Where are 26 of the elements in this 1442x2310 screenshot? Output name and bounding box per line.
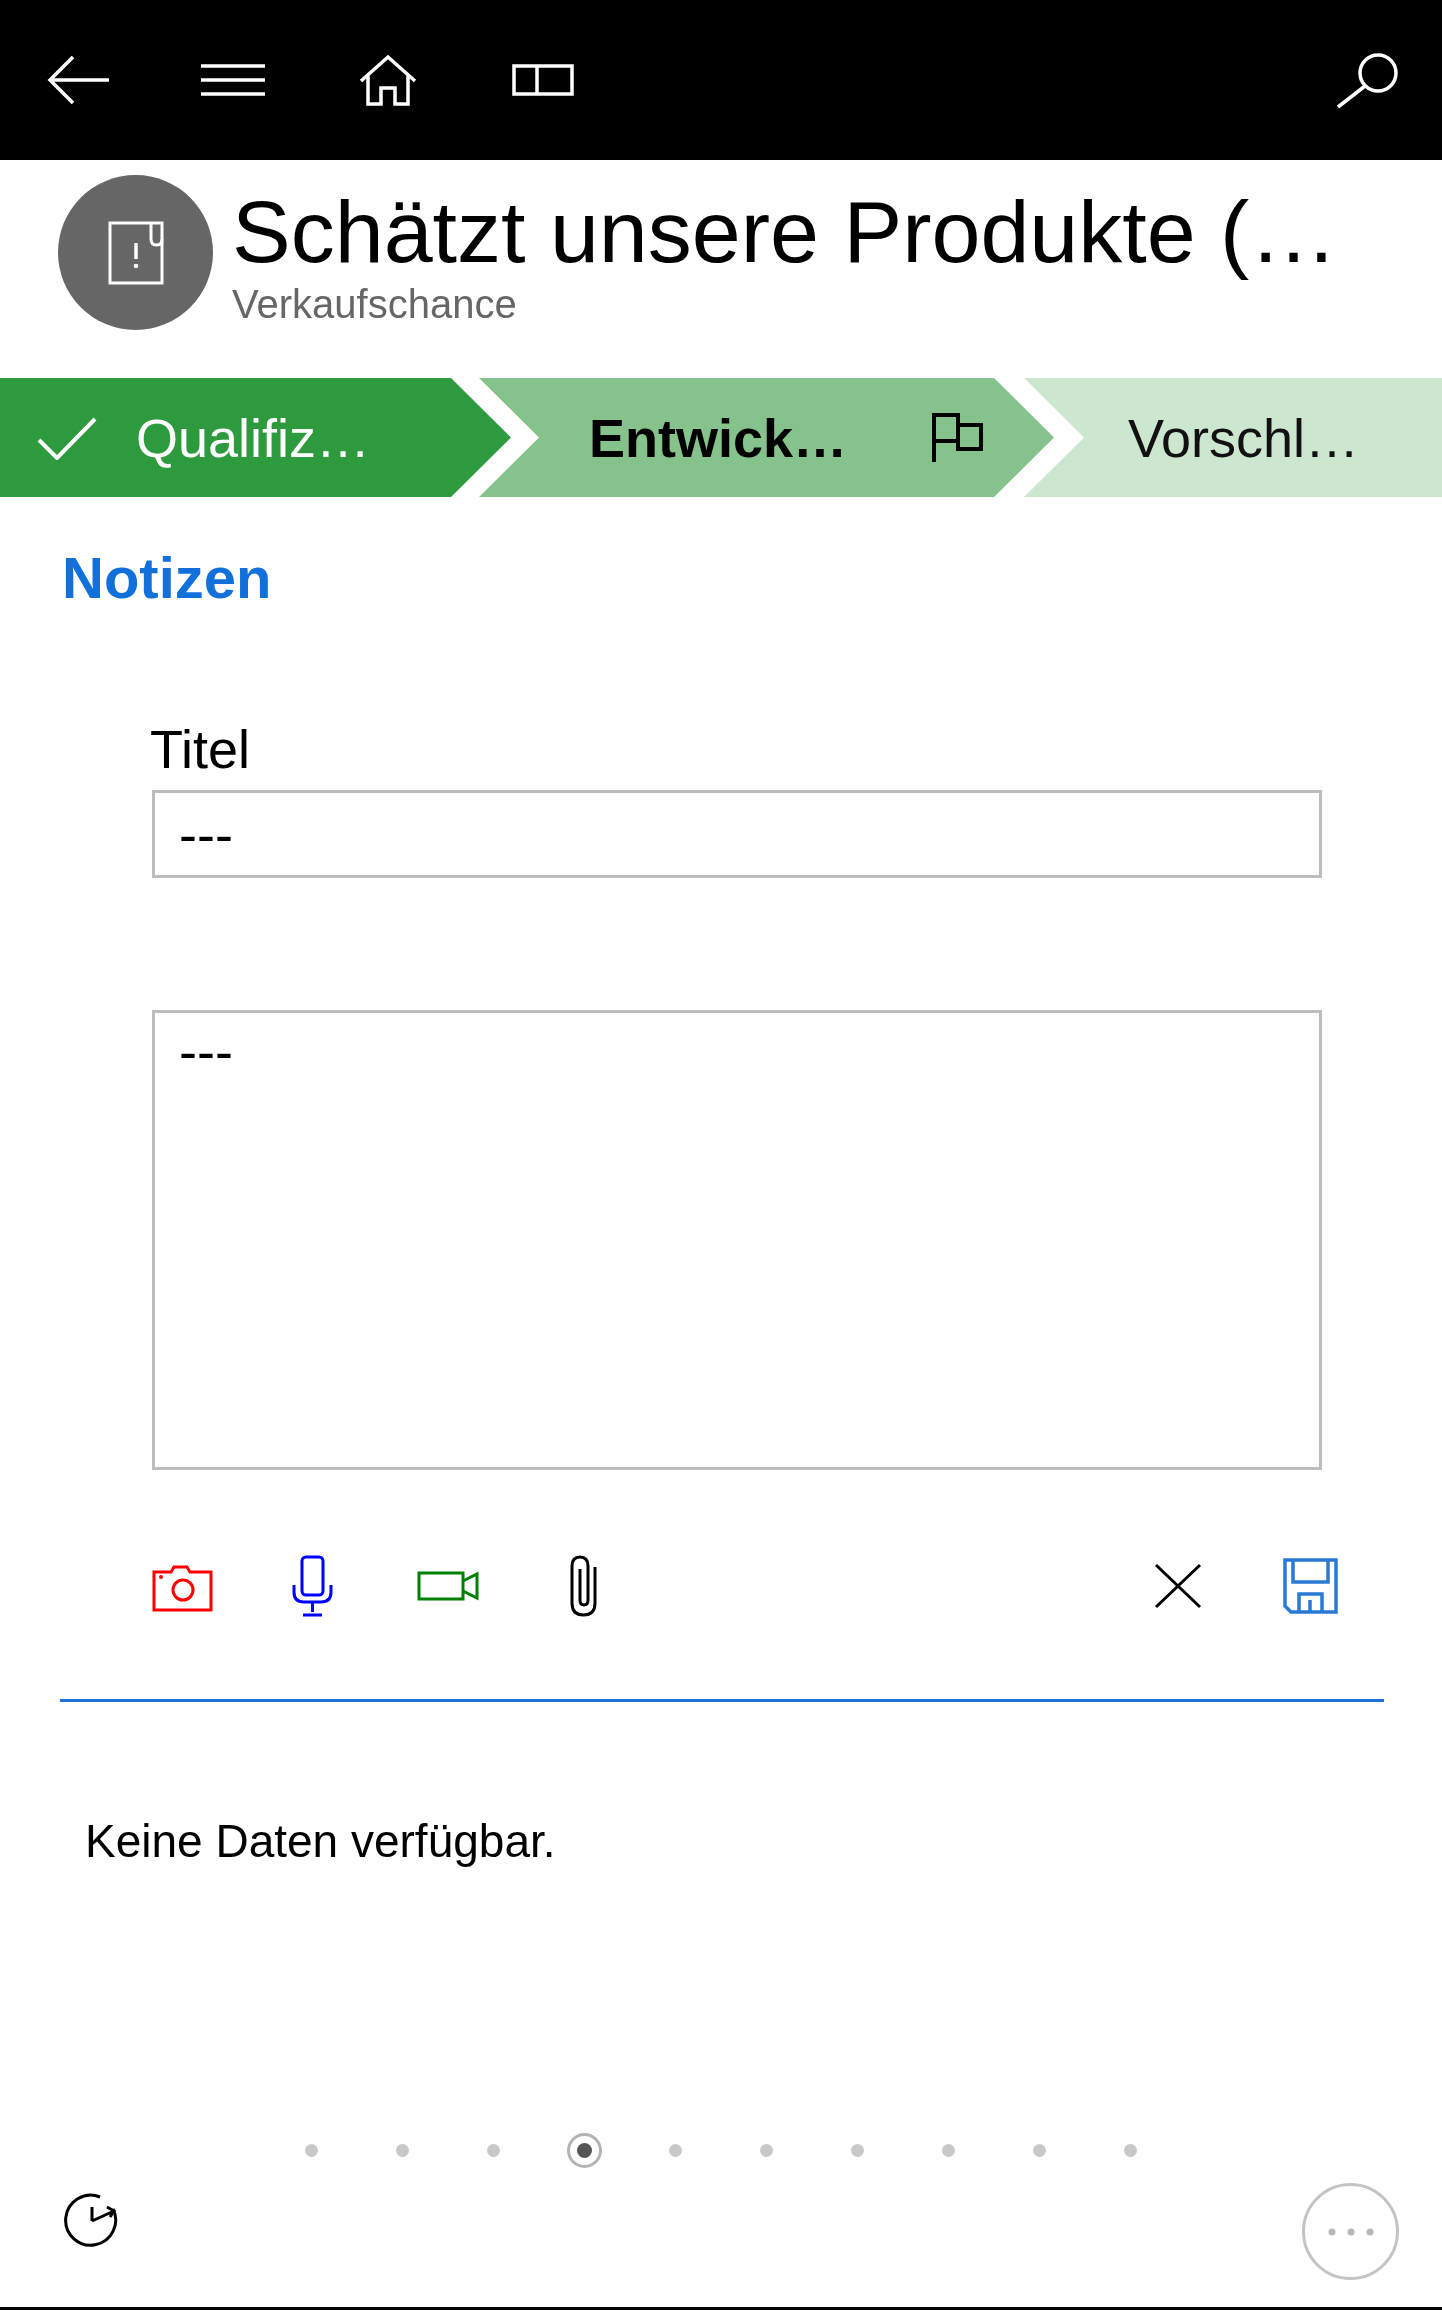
stage-tab[interactable]: Qualifiz… bbox=[0, 378, 511, 497]
section-heading: Notizen bbox=[62, 549, 272, 607]
flag-icon bbox=[931, 412, 984, 463]
save-button[interactable] bbox=[1283, 1558, 1338, 1614]
home-icon bbox=[358, 54, 417, 106]
checkmark-icon bbox=[37, 415, 97, 460]
title-input[interactable]: --- bbox=[152, 790, 1322, 878]
record-type: Verkaufschance bbox=[232, 284, 518, 324]
more-icon bbox=[1327, 2227, 1374, 2236]
arrow-left-icon bbox=[45, 55, 110, 105]
save-icon bbox=[1283, 1558, 1338, 1614]
video-button[interactable] bbox=[417, 1571, 479, 1601]
stage-tab[interactable]: Vorschl… bbox=[1024, 378, 1442, 497]
note-textarea[interactable]: --- bbox=[152, 1010, 1322, 1470]
close-icon bbox=[1154, 1563, 1202, 1609]
close-button[interactable] bbox=[1154, 1563, 1202, 1609]
microphone-icon bbox=[292, 1555, 333, 1617]
search-icon bbox=[1334, 51, 1400, 109]
paperclip-icon bbox=[569, 1555, 597, 1617]
microphone-button[interactable] bbox=[292, 1555, 333, 1617]
video-camera-icon bbox=[417, 1571, 479, 1601]
panel-icon bbox=[511, 64, 574, 96]
stage-tab[interactable]: Entwick… bbox=[479, 378, 1054, 497]
attach-button[interactable] bbox=[569, 1555, 597, 1617]
menu-icon bbox=[200, 64, 265, 96]
field-label: Titel bbox=[150, 722, 250, 776]
